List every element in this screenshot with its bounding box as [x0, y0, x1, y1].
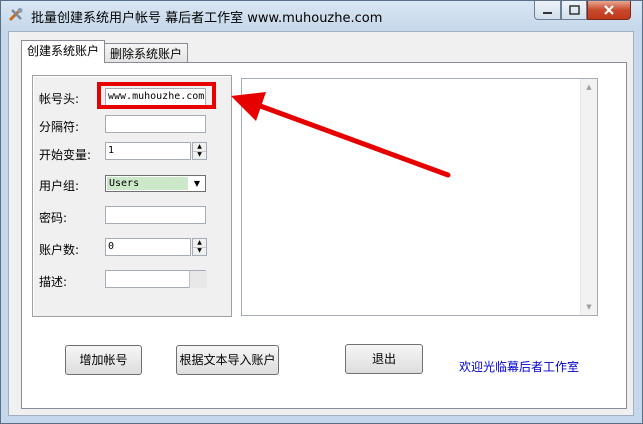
- tab-create-accounts[interactable]: 创建系统账户: [21, 40, 106, 63]
- annotation-arrow-icon: [231, 92, 451, 178]
